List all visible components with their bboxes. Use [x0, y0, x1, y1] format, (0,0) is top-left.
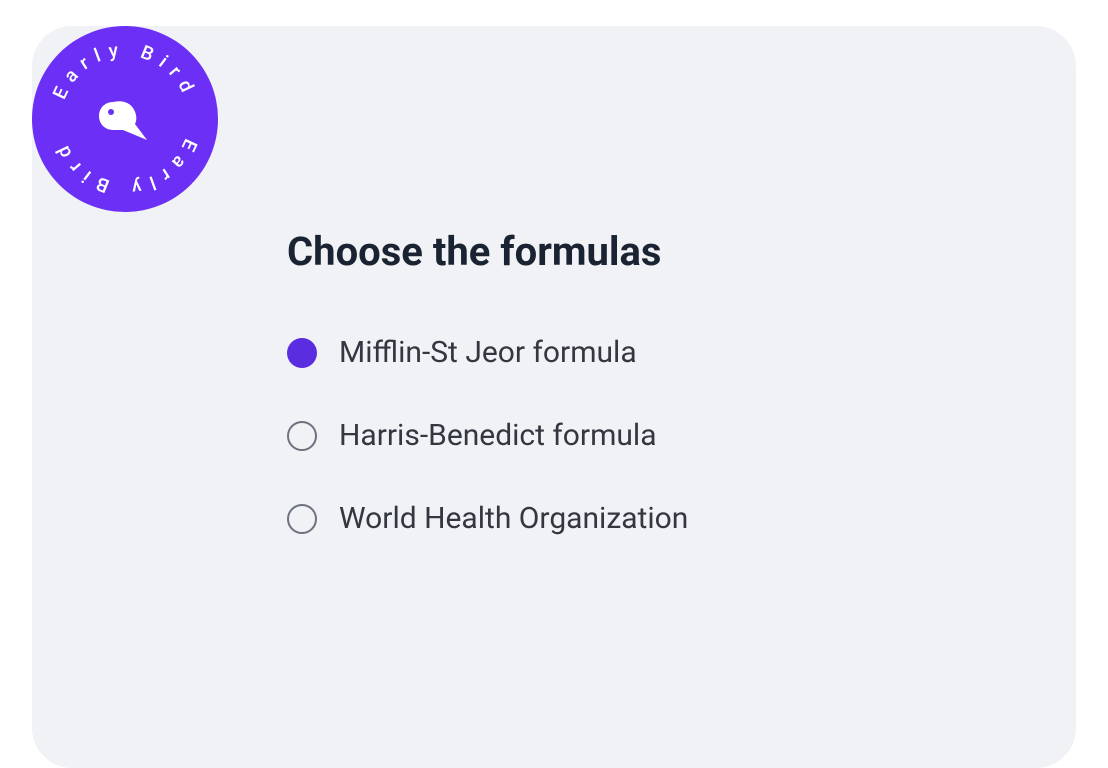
formula-radio-group: Mifflin-St Jeor formula Harris-Benedict …	[287, 335, 688, 536]
heading: Choose the formulas	[287, 228, 688, 275]
radio-option-who[interactable]: World Health Organization	[287, 501, 688, 536]
radio-label: World Health Organization	[339, 501, 688, 536]
radio-label: Mifflin-St Jeor formula	[339, 335, 637, 370]
svg-text:Early Bird: Early Bird	[48, 38, 202, 103]
radio-option-harris-benedict[interactable]: Harris-Benedict formula	[287, 418, 688, 453]
radio-option-mifflin[interactable]: Mifflin-St Jeor formula	[287, 335, 688, 370]
content-area: Choose the formulas Mifflin-St Jeor form…	[287, 228, 688, 536]
formula-card: Early Bird Early Bird Choose the formula…	[32, 26, 1076, 768]
radio-selected-icon	[287, 338, 317, 368]
bird-icon	[95, 94, 155, 144]
radio-unselected-icon	[287, 421, 317, 451]
radio-unselected-icon	[287, 504, 317, 534]
radio-label: Harris-Benedict formula	[339, 418, 657, 453]
early-bird-badge: Early Bird Early Bird	[32, 26, 218, 212]
svg-text:Early Bird: Early Bird	[48, 135, 202, 200]
